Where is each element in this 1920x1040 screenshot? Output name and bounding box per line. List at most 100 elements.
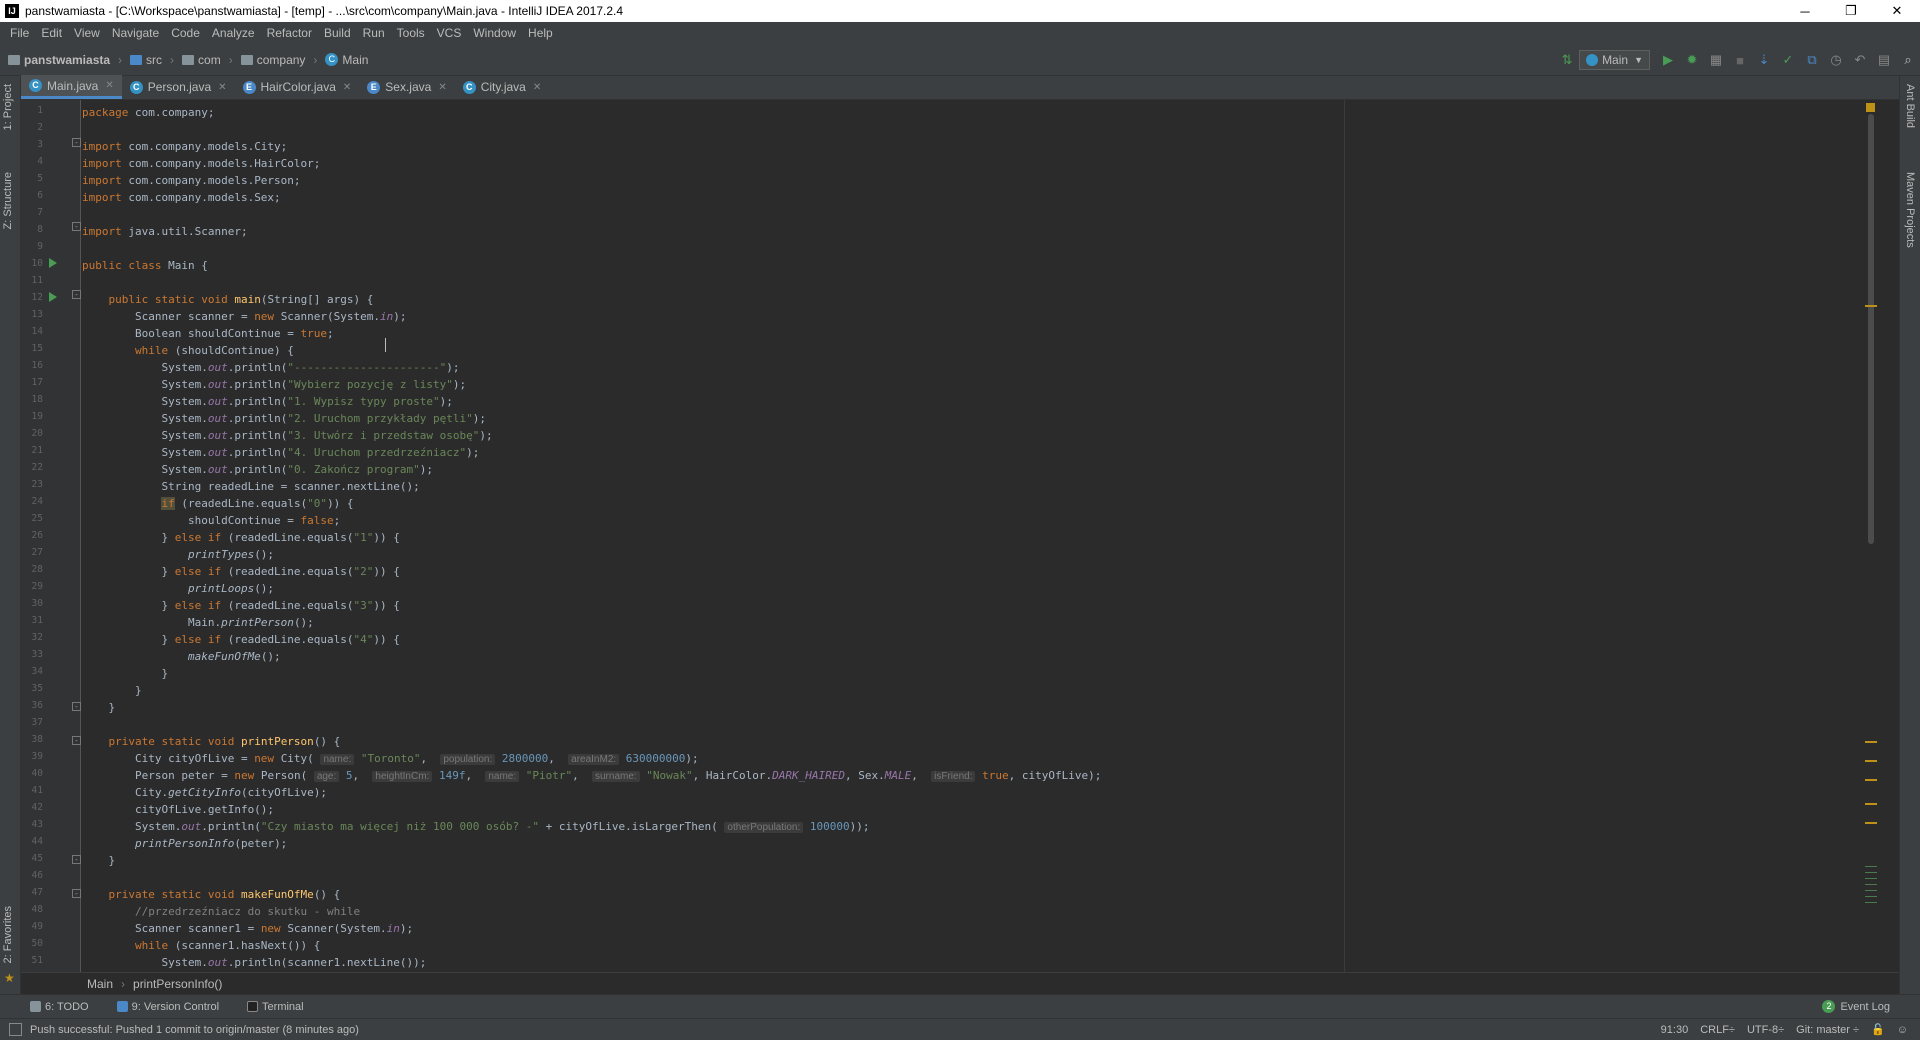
run-icon[interactable]: ▶ — [1657, 49, 1679, 71]
warning-marker[interactable] — [1865, 779, 1877, 781]
version-control-tool-button[interactable]: 9: Version Control — [109, 1001, 227, 1013]
parameter-hint: areaInM2: — [568, 754, 620, 765]
run-class-icon[interactable] — [49, 258, 57, 268]
code-line: shouldContinue = false; — [82, 514, 341, 527]
breadcrumb-src[interactable]: src › — [130, 53, 174, 67]
tab-sex-java[interactable]: E Sex.java ✕ — [359, 75, 454, 99]
close-tab-icon[interactable]: ✕ — [438, 82, 446, 93]
warning-marker[interactable] — [1865, 803, 1877, 805]
warning-marker[interactable] — [1865, 760, 1877, 762]
structure-tool-tab[interactable]: Z: Structure — [2, 172, 14, 229]
title-bar: IJ panstwamiasta - [C:\Workspace\panstwa… — [0, 0, 1920, 22]
menu-code[interactable]: Code — [165, 26, 206, 40]
maven-projects-tool-tab[interactable]: Maven Projects — [1904, 172, 1916, 248]
vcs-compare-icon[interactable]: ⧉ — [1801, 49, 1823, 71]
menu-file[interactable]: File — [4, 26, 35, 40]
build-project-icon[interactable]: ⇅ — [1556, 49, 1578, 71]
fold-icon[interactable]: - — [72, 855, 81, 864]
event-log-button[interactable]: 2 Event Log — [1822, 1000, 1890, 1013]
line-number: 19 — [31, 411, 43, 422]
editor-gutter[interactable]: - - - - - - - 1 2 3 4 5 6 7 8 9 10 11 12 13 14 15 16 17 1… — [21, 100, 81, 972]
change-marker[interactable] — [1865, 872, 1877, 873]
tab-person-java[interactable]: C Person.java ✕ — [122, 75, 235, 99]
code-line: } else if (readedLine.equals("4")) { — [82, 633, 400, 646]
menu-tools[interactable]: Tools — [391, 26, 431, 40]
fold-icon[interactable]: - — [72, 138, 81, 147]
warning-marker[interactable] — [1865, 822, 1877, 824]
change-marker[interactable] — [1865, 902, 1877, 903]
fold-icon[interactable]: - — [72, 222, 81, 231]
debug-icon[interactable]: ✹ — [1681, 49, 1703, 71]
tab-city-java[interactable]: C City.java ✕ — [455, 75, 550, 99]
code-line: printLoops(); — [82, 582, 275, 595]
line-separator-select[interactable]: CRLF÷ — [1700, 1024, 1735, 1036]
menu-run[interactable]: Run — [357, 26, 391, 40]
change-marker[interactable] — [1865, 890, 1877, 891]
stop-icon[interactable]: ■ — [1729, 49, 1751, 71]
encoding-select[interactable]: UTF-8÷ — [1747, 1024, 1784, 1036]
breadcrumb-company[interactable]: company › — [240, 53, 317, 67]
menu-analyze[interactable]: Analyze — [206, 26, 261, 40]
breadcrumb-com[interactable]: com › — [182, 53, 233, 67]
warning-marker[interactable] — [1865, 305, 1877, 307]
close-button[interactable]: ✕ — [1874, 0, 1920, 22]
menu-help[interactable]: Help — [522, 26, 559, 40]
hector-icon[interactable]: ☺ — [1897, 1024, 1908, 1036]
tool-windows-toggle-icon[interactable] — [9, 1023, 22, 1036]
breadcrumb-method[interactable]: printPersonInfo() — [133, 977, 222, 991]
terminal-tool-button[interactable]: Terminal — [239, 1001, 312, 1013]
close-tab-icon[interactable]: ✕ — [218, 82, 226, 93]
package-folder-icon — [240, 54, 253, 65]
minimize-button[interactable]: ─ — [1782, 0, 1828, 22]
breadcrumb-main[interactable]: C Main — [325, 53, 368, 67]
caret-position[interactable]: 91:30 — [1661, 1024, 1689, 1036]
menu-window[interactable]: Window — [467, 26, 522, 40]
lock-icon[interactable]: 🔓 — [1871, 1023, 1885, 1036]
todo-tool-button[interactable]: 6: TODO — [22, 1001, 97, 1013]
fold-icon[interactable]: - — [72, 889, 81, 898]
menu-edit[interactable]: Edit — [35, 26, 68, 40]
vcs-update-icon[interactable]: ⇣ — [1753, 49, 1775, 71]
tab-main-java[interactable]: C Main.java ✕ — [21, 75, 122, 99]
git-branch-select[interactable]: Git: master ÷ — [1796, 1024, 1859, 1036]
warning-indicator-icon[interactable] — [1866, 103, 1875, 112]
change-marker[interactable] — [1865, 866, 1877, 867]
fold-icon[interactable]: - — [72, 702, 81, 711]
fold-icon[interactable]: - — [72, 736, 81, 745]
run-configuration-select[interactable]: Main ▼ — [1579, 50, 1650, 70]
warning-marker[interactable] — [1865, 741, 1877, 743]
favorites-tool-tab[interactable]: 2: Favorites — [2, 906, 14, 963]
close-tab-icon[interactable]: ✕ — [533, 82, 541, 93]
editor-scrollbar[interactable] — [1864, 100, 1878, 972]
run-method-icon[interactable] — [49, 292, 57, 302]
menu-navigate[interactable]: Navigate — [106, 26, 165, 40]
scrollbar-thumb[interactable] — [1868, 114, 1874, 544]
maximize-button[interactable]: ❐ — [1828, 0, 1874, 22]
menu-refactor[interactable]: Refactor — [261, 26, 318, 40]
change-marker[interactable] — [1865, 884, 1877, 885]
vcs-commit-icon[interactable]: ✓ — [1777, 49, 1799, 71]
vcs-history-icon[interactable]: ◷ — [1825, 49, 1847, 71]
breadcrumb-project[interactable]: panstwamiasta › — [8, 53, 122, 67]
close-tab-icon[interactable]: ✕ — [105, 80, 113, 91]
breadcrumb-class[interactable]: Main — [87, 977, 113, 991]
tab-haircolor-java[interactable]: E HairColor.java ✕ — [235, 75, 360, 99]
ant-build-tool-tab[interactable]: Ant Build — [1904, 84, 1916, 128]
close-tab-icon[interactable]: ✕ — [343, 82, 351, 93]
change-marker[interactable] — [1865, 878, 1877, 879]
code-line: while (scanner1.hasNext()) { — [82, 939, 321, 952]
menu-build[interactable]: Build — [318, 26, 357, 40]
menu-vcs[interactable]: VCS — [431, 26, 468, 40]
search-icon[interactable]: ⌕ — [1897, 49, 1919, 71]
fold-icon[interactable]: - — [72, 290, 81, 299]
menu-view[interactable]: View — [68, 26, 106, 40]
revert-icon[interactable]: ↶ — [1849, 49, 1871, 71]
string-literal: "4. Uruchom przedrzeźniacz" — [287, 446, 467, 459]
project-structure-icon[interactable]: ▤ — [1873, 49, 1895, 71]
change-marker[interactable] — [1865, 896, 1877, 897]
project-tool-tab[interactable]: 1: Project — [2, 84, 14, 130]
code-line: printPersonInfo(peter); — [82, 837, 288, 850]
coverage-icon[interactable]: ▦ — [1705, 49, 1727, 71]
status-message[interactable]: Push successful: Pushed 1 commit to orig… — [30, 1024, 1661, 1036]
code-editor[interactable]: package com.company; import com.company.… — [82, 100, 1878, 972]
